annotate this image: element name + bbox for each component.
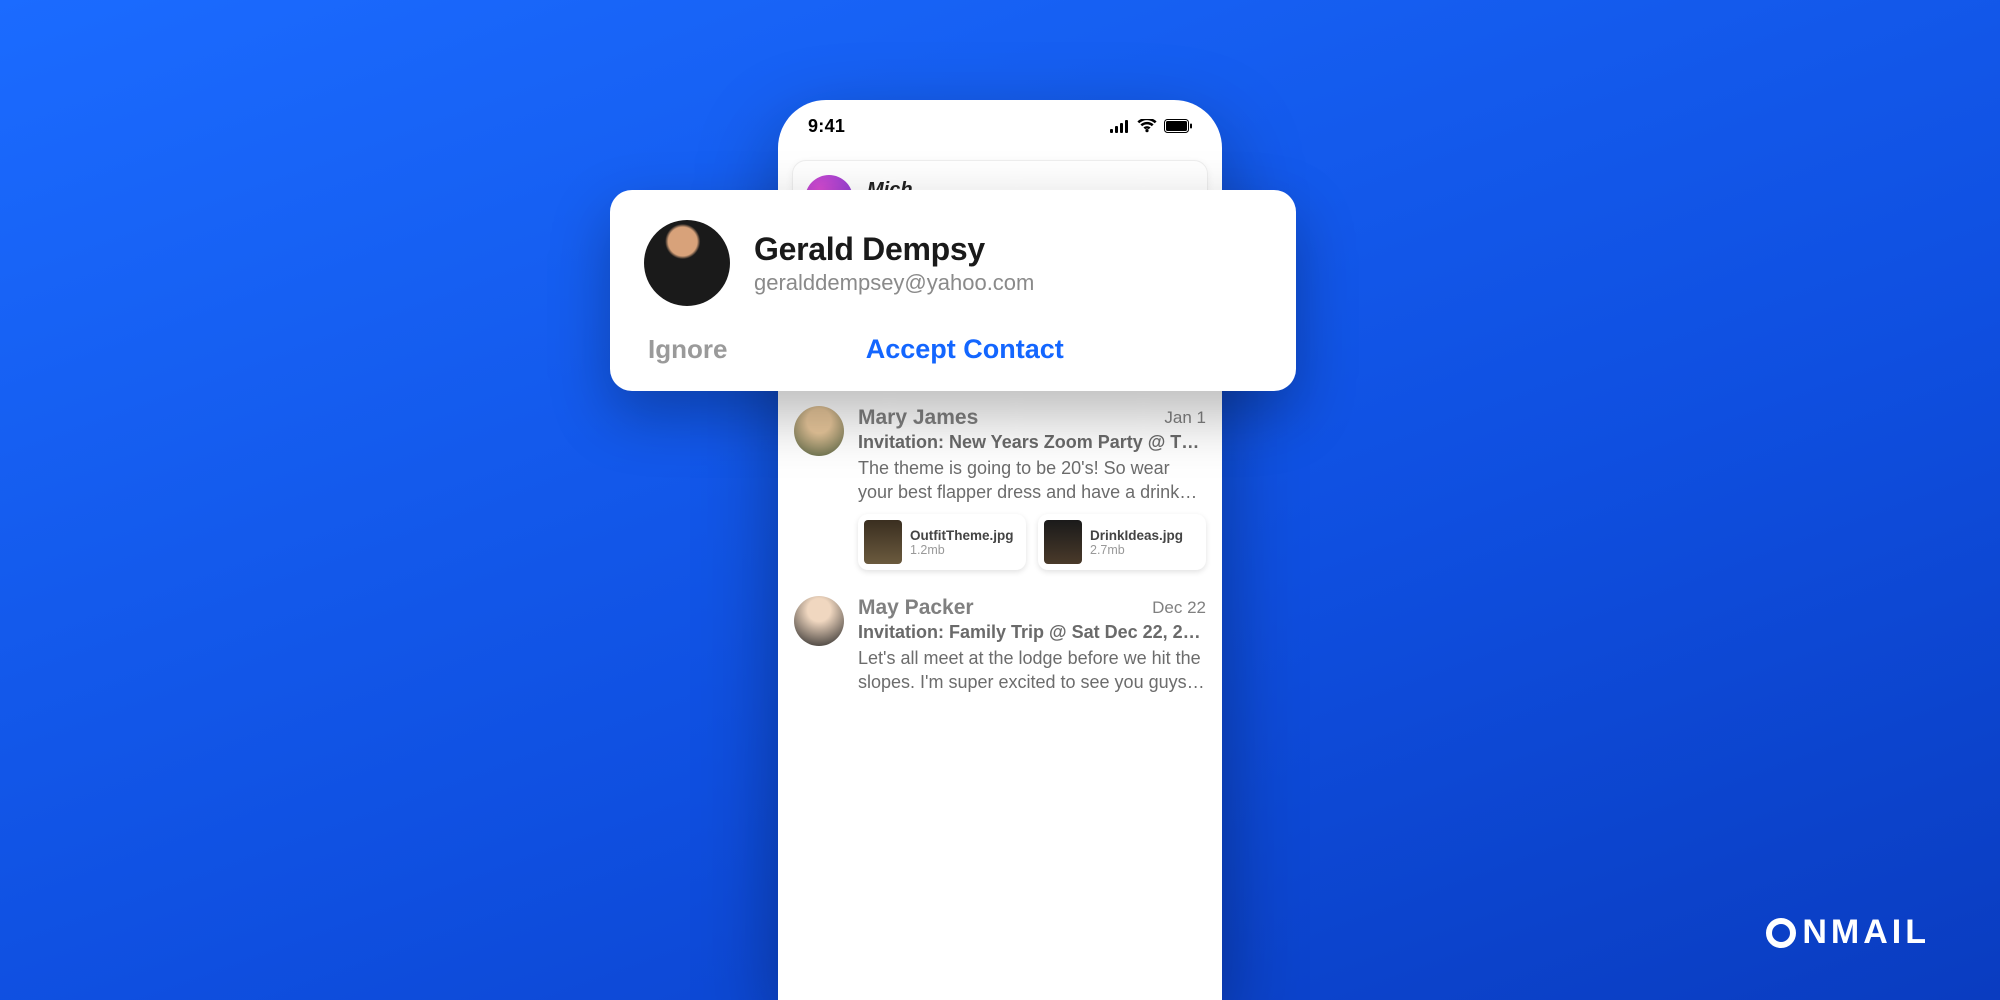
- wifi-icon: [1137, 119, 1157, 133]
- battery-icon: [1164, 119, 1192, 133]
- email-subject: Invitation: Family Trip @ Sat Dec 22, 20…: [858, 622, 1206, 643]
- attachment-name: DrinkIdeas.jpg: [1090, 528, 1183, 543]
- email-date: Jan 1: [1164, 408, 1206, 428]
- email-subject: Invitation: New Years Zoom Party @ Thur…: [858, 432, 1206, 453]
- attachment-chip[interactable]: OutfitTheme.jpg 1.2mb: [858, 514, 1026, 570]
- attachments: OutfitTheme.jpg 1.2mb DrinkIdeas.jpg 2.7…: [858, 514, 1206, 570]
- brand-logo: NMAIL: [1766, 913, 1930, 952]
- brand-text: NMAIL: [1802, 913, 1930, 952]
- contact-email: geralddempsey@yahoo.com: [754, 270, 1034, 296]
- email-preview: Let's all meet at the lodge before we hi…: [858, 646, 1206, 695]
- attachment-name: OutfitTheme.jpg: [910, 528, 1014, 543]
- attachment-size: 1.2mb: [910, 543, 1014, 557]
- attachment-chip[interactable]: DrinkIdeas.jpg 2.7mb: [1038, 514, 1206, 570]
- sender-name: Mary James: [858, 406, 1156, 430]
- attachment-thumb: [1044, 520, 1082, 564]
- status-icons: [1110, 119, 1192, 133]
- email-item[interactable]: May Packer Dec 22 Invitation: Family Tri…: [794, 596, 1206, 695]
- email-preview: The theme is going to be 20's! So wear y…: [858, 456, 1206, 505]
- attachment-thumb: [864, 520, 902, 564]
- status-time: 9:41: [808, 116, 845, 137]
- attachment-size: 2.7mb: [1090, 543, 1183, 557]
- email-item[interactable]: Mary James Jan 1 Invitation: New Years Z…: [794, 406, 1206, 571]
- accept-contact-button[interactable]: Accept Contact: [667, 334, 1262, 365]
- avatar: [644, 220, 730, 306]
- cellular-icon: [1110, 120, 1130, 133]
- status-bar: 9:41: [778, 100, 1222, 152]
- contact-name: Gerald Dempsy: [754, 231, 1034, 268]
- avatar: [794, 596, 844, 646]
- sender-name: May Packer: [858, 596, 1144, 620]
- brand-o-icon: [1766, 918, 1796, 948]
- avatar: [794, 406, 844, 456]
- contact-card-popout: Gerald Dempsy geralddempsey@yahoo.com Ig…: [610, 190, 1296, 391]
- email-date: Dec 22: [1152, 598, 1206, 618]
